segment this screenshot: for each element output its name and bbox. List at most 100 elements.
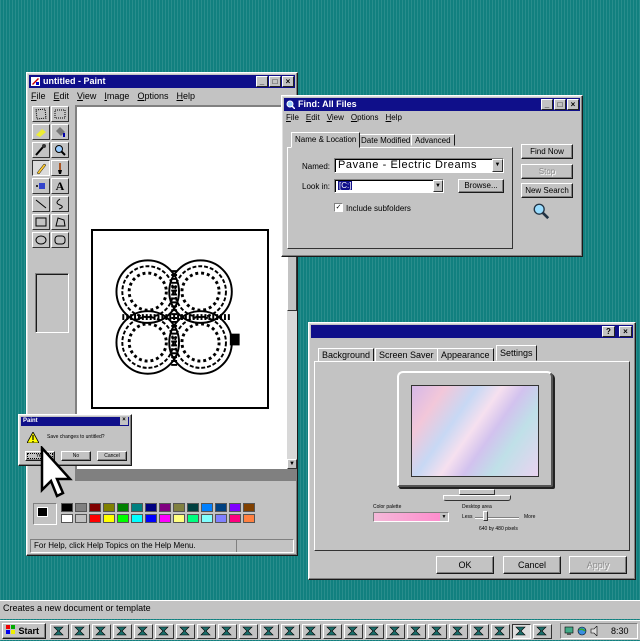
palette-swatch[interactable] [215, 514, 227, 523]
scroll-down-arrow[interactable]: ▼ [287, 459, 297, 469]
taskbar-program-button[interactable] [239, 624, 258, 639]
palette-swatch[interactable] [243, 514, 255, 523]
dialog-titlebar[interactable]: Paint × [21, 417, 129, 426]
find-maximize-button[interactable]: □ [554, 99, 566, 110]
display-titlebar[interactable]: ? × [311, 325, 633, 338]
look-in-dropdown-arrow-icon[interactable]: ▼ [433, 180, 443, 192]
ok-button[interactable]: OK [436, 556, 494, 574]
menu-view[interactable]: View [77, 90, 96, 102]
palette-swatch[interactable] [201, 503, 213, 512]
palette-swatch[interactable] [159, 514, 171, 523]
palette-swatch[interactable] [159, 503, 171, 512]
desktop-area-slider-track[interactable] [475, 517, 519, 519]
taskbar-program-button[interactable] [92, 624, 111, 639]
taskbar-program-button[interactable] [197, 624, 216, 639]
palette-swatch[interactable] [215, 503, 227, 512]
tab-name-location[interactable]: Name & Location [291, 132, 361, 148]
tab-settings[interactable]: Settings [496, 345, 537, 361]
line-icon[interactable] [32, 196, 50, 212]
palette-swatch[interactable] [187, 503, 199, 512]
rounded-rect-icon[interactable] [51, 232, 69, 248]
palette-swatch[interactable] [229, 503, 241, 512]
taskbar-program-button[interactable] [470, 624, 489, 639]
taskbar-program-button[interactable] [533, 624, 552, 639]
find-now-button[interactable]: Find Now [521, 144, 573, 159]
minimize-button[interactable]: _ [256, 76, 268, 87]
taskbar-program-button[interactable] [449, 624, 468, 639]
find-titlebar[interactable]: Find: All Files _ □ × [284, 98, 580, 111]
palette-swatch[interactable] [131, 514, 143, 523]
tray-clock[interactable]: 8:30 [611, 626, 629, 636]
find-menu-help[interactable]: Help [386, 112, 402, 124]
taskbar-program-button[interactable] [386, 624, 405, 639]
stop-button[interactable]: Stop [521, 164, 573, 179]
tab-date-modified[interactable]: Date Modified [357, 134, 415, 146]
find-menu-options[interactable]: Options [351, 112, 379, 124]
fill-bucket-icon[interactable] [51, 124, 69, 140]
tray-globe-icon[interactable] [577, 626, 587, 636]
palette-swatch[interactable] [75, 514, 87, 523]
new-search-button[interactable]: New Search [521, 183, 573, 198]
rect-select-icon[interactable] [51, 106, 69, 122]
color-palette-arrow-icon[interactable]: ▼ [440, 513, 448, 521]
display-close-button[interactable]: × [619, 326, 632, 337]
taskbar-program-button[interactable] [512, 624, 531, 639]
palette-swatch[interactable] [187, 514, 199, 523]
palette-swatch[interactable] [117, 503, 129, 512]
browse-button[interactable]: Browse... [458, 179, 504, 193]
brush-icon[interactable] [51, 160, 69, 176]
taskbar-program-button[interactable] [50, 624, 69, 639]
free-select-icon[interactable] [32, 106, 50, 122]
palette-swatch[interactable] [103, 503, 115, 512]
palette-swatch[interactable] [61, 503, 73, 512]
taskbar-program-button[interactable] [134, 624, 153, 639]
taskbar-program-button[interactable] [281, 624, 300, 639]
palette-swatch[interactable] [89, 514, 101, 523]
palette-swatch[interactable] [75, 503, 87, 512]
menu-help[interactable]: Help [176, 90, 195, 102]
taskbar-program-button[interactable] [302, 624, 321, 639]
taskbar-program-button[interactable] [260, 624, 279, 639]
curve-icon[interactable] [51, 196, 69, 212]
palette-swatch[interactable] [145, 514, 157, 523]
rectangle-icon[interactable] [32, 214, 50, 230]
tray-network-icon[interactable] [564, 626, 574, 636]
taskbar-program-button[interactable] [71, 624, 90, 639]
apply-button[interactable]: Apply [569, 556, 627, 574]
look-in-combobox[interactable]: [C:] ▼ [334, 179, 444, 193]
magnifier-icon[interactable] [51, 142, 69, 158]
tool-options-box[interactable] [35, 273, 69, 333]
find-menu-file[interactable]: File [286, 112, 299, 124]
ellipse-icon[interactable] [32, 232, 50, 248]
close-button[interactable]: × [282, 76, 294, 87]
palette-swatch[interactable] [229, 514, 241, 523]
taskbar-program-button[interactable] [407, 624, 426, 639]
eraser-icon[interactable] [32, 124, 50, 140]
tray-speaker-icon[interactable] [590, 626, 600, 636]
tab-advanced[interactable]: Advanced [411, 134, 455, 146]
palette-swatch[interactable] [145, 503, 157, 512]
tab-background[interactable]: Background [318, 348, 375, 362]
start-button[interactable]: Start [2, 623, 46, 639]
cancel-button[interactable]: Cancel [503, 556, 561, 574]
color-palette-select[interactable]: ▼ [373, 512, 449, 522]
airbrush-icon[interactable] [32, 178, 50, 194]
taskbar-program-button[interactable] [155, 624, 174, 639]
menu-edit[interactable]: Edit [54, 90, 70, 102]
taskbar-program-button[interactable] [176, 624, 195, 639]
palette-swatch[interactable] [103, 514, 115, 523]
palette-swatch[interactable] [243, 503, 255, 512]
taskbar-program-button[interactable] [491, 624, 510, 639]
taskbar-program-button[interactable] [344, 624, 363, 639]
menu-file[interactable]: File [31, 90, 46, 102]
palette-swatch[interactable] [131, 503, 143, 512]
menu-image[interactable]: Image [104, 90, 129, 102]
taskbar-program-button[interactable] [428, 624, 447, 639]
find-menu-edit[interactable]: Edit [306, 112, 320, 124]
taskbar-program-button[interactable] [218, 624, 237, 639]
find-minimize-button[interactable]: _ [541, 99, 553, 110]
tab-screen-saver[interactable]: Screen Saver [375, 348, 438, 362]
taskbar-program-button[interactable] [113, 624, 132, 639]
palette-swatch[interactable] [173, 503, 185, 512]
find-close-button[interactable]: × [567, 99, 579, 110]
